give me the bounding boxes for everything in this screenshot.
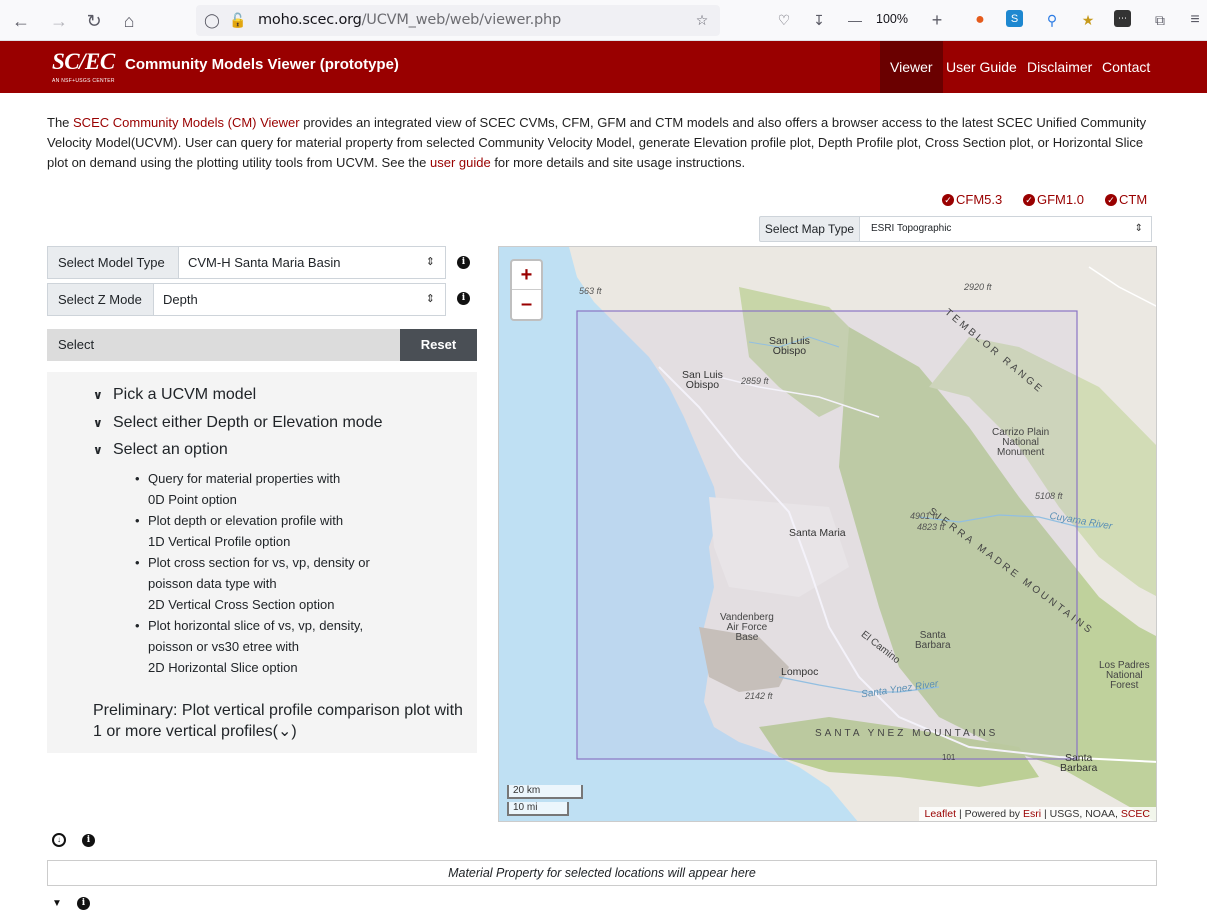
zoom-level[interactable]: 100% [876, 12, 908, 26]
map-label: SANTA YNEZ MOUNTAINS [815, 728, 999, 739]
toggle-cfm[interactable]: ✓ CFM5.3 [942, 192, 1002, 207]
nav-disclaimer[interactable]: Disclaimer [1017, 41, 1102, 93]
map-label: Carrizo Plain National Monument [992, 427, 1050, 458]
model-info-icon[interactable]: i [457, 256, 470, 269]
map-label: Lompoc [781, 666, 819, 678]
list-item: Plot cross section for vs, vp, density o… [135, 552, 435, 615]
scec-link[interactable]: SCEC [1121, 808, 1150, 820]
list-item: Query for material properties with0D Poi… [135, 468, 435, 510]
map-zoom-control: + – [510, 259, 543, 321]
select-arrows-icon: ⇕ [425, 256, 435, 268]
info-icon[interactable]: i [82, 834, 95, 847]
esri-link[interactable]: Esri [1023, 808, 1041, 820]
step-select-option: ∨ Select an option [93, 441, 228, 458]
forward-icon[interactable]: → [47, 9, 71, 33]
list-item: Plot depth or elevation profile with1D V… [135, 510, 435, 552]
map-type-select[interactable]: ESRI Topographic ⇕ [859, 216, 1152, 242]
address-bar[interactable]: ◯ 🔓 moho.scec.org/UCVM_web/web/viewer.ph… [196, 5, 720, 36]
site-title: Community Models Viewer (prototype) [125, 56, 399, 73]
menu-hamburger-icon[interactable]: ≡ [1185, 10, 1205, 30]
map-zoom-out-button[interactable]: – [512, 290, 541, 319]
map-label: San Luis Obispo [682, 369, 723, 391]
download-icon[interactable]: ↓ [52, 833, 66, 847]
map-label: 4823 ft [917, 522, 945, 532]
model-type-label: Select Model Type [47, 246, 179, 279]
bookmark-star-icon[interactable]: ☆ [692, 10, 712, 30]
nav-user-guide[interactable]: User Guide [936, 41, 1027, 93]
search-extension-icon[interactable]: ⚲ [1042, 10, 1062, 30]
options-list: Query for material properties with0D Poi… [135, 468, 435, 678]
preliminary-note: Preliminary: Plot vertical profile compa… [93, 702, 463, 740]
back-icon[interactable]: ← [9, 9, 33, 33]
map-label: San Luis Obispo [769, 335, 810, 357]
user-guide-link[interactable]: user guide [430, 155, 491, 170]
dots-extension-icon[interactable]: ⋯ [1114, 10, 1131, 27]
map-label: 4901 ft [910, 511, 938, 521]
pocket-icon[interactable]: ♡ [774, 10, 794, 30]
shield-icon[interactable]: ◯ [202, 10, 222, 30]
map-label: Santa Maria [789, 527, 846, 539]
map-label: Los Padres National Forest [1099, 660, 1150, 691]
check-circle-icon: ✓ [942, 193, 954, 206]
insecure-lock-icon[interactable]: 🔓 [228, 10, 248, 30]
duckduckgo-extension-icon[interactable]: ● [970, 10, 990, 30]
caret-down-icon[interactable]: ▼ [52, 898, 62, 909]
map-label: 5108 ft [1035, 491, 1063, 501]
map-view[interactable]: San Luis Obispo San Luis Obispo Santa Mari… [498, 246, 1157, 822]
map-label: Santa Barbara [915, 630, 951, 651]
map-label: 2859 ft [741, 376, 769, 386]
home-icon[interactable]: ⌂ [117, 9, 141, 33]
nav-viewer[interactable]: Viewer [880, 41, 943, 93]
z-mode-label: Select Z Mode [47, 283, 154, 316]
select-dropdown[interactable]: Select [47, 329, 400, 361]
map-label: 2920 ft [964, 282, 992, 292]
check-circle-icon: ✓ [1023, 193, 1035, 206]
badge-extension-icon[interactable]: ★ [1078, 10, 1098, 30]
leaflet-link[interactable]: Leaflet [925, 808, 957, 820]
check-circle-icon: ✓ [1105, 193, 1117, 206]
map-attribution: Leaflet | Powered by Esri | USGS, NOAA, … [918, 807, 1156, 821]
select-arrows-icon: ⇕ [1134, 223, 1143, 234]
intro-paragraph: The SCEC Community Models (CM) Viewer pr… [47, 115, 1147, 170]
map-label: Vandenberg Air Force Base [720, 612, 774, 643]
scec-logo[interactable]: SC/EC [52, 49, 115, 75]
map-type-label: Select Map Type [759, 216, 860, 242]
extensions-puzzle-icon[interactable]: ⧉ [1150, 10, 1170, 30]
zoom-in-icon[interactable]: + [927, 10, 947, 30]
viewer-link[interactable]: SCEC Community Models (CM) Viewer [73, 115, 300, 130]
step-select-mode: ∨ Select either Depth or Elevation mode [93, 414, 383, 431]
toggle-gfm[interactable]: ✓ GFM1.0 [1023, 192, 1084, 207]
select-arrows-icon: ⇕ [425, 293, 435, 305]
info-icon[interactable]: i [77, 897, 90, 910]
map-label: 101 [942, 753, 956, 762]
chevron-down-icon: ∨ [93, 388, 103, 402]
model-type-select[interactable]: CVM-H Santa Maria Basin ⇕ [178, 246, 446, 279]
map-label: Santa Barbara [1060, 752, 1098, 774]
logo-subtitle: AN NSF+USGS CENTER [52, 78, 115, 84]
browser-toolbar: ← → ↻ ⌂ ◯ 🔓 moho.scec.org/UCVM_web/web/v… [0, 0, 1207, 41]
chevron-down-icon: ∨ [93, 416, 103, 430]
map-zoom-in-button[interactable]: + [512, 261, 541, 290]
url-text[interactable]: moho.scec.org/UCVM_web/web/viewer.php [258, 12, 561, 28]
step-pick-model: ∨ Pick a UCVM model [93, 386, 257, 403]
s-extension-icon[interactable]: S [1006, 10, 1023, 27]
z-mode-select[interactable]: Depth ⇕ [153, 283, 446, 316]
map-label: 2142 ft [745, 691, 773, 701]
chevron-down-icon: ∨ [93, 443, 103, 457]
list-item: Plot horizontal slice of vs, vp, density… [135, 615, 435, 678]
reload-icon[interactable]: ↻ [82, 9, 106, 33]
nav-contact[interactable]: Contact [1092, 41, 1160, 93]
reset-button[interactable]: Reset [400, 329, 477, 361]
map-label: 563 ft [579, 286, 602, 296]
scale-mi: 10 mi [507, 802, 569, 816]
z-mode-info-icon[interactable]: i [457, 292, 470, 305]
scale-km: 20 km [507, 785, 583, 799]
site-header: SC/EC AN NSF+USGS CENTER Community Model… [0, 41, 1207, 93]
downloads-icon[interactable]: ↧ [809, 10, 829, 30]
zoom-out-icon[interactable]: — [845, 10, 865, 30]
material-property-box: Material Property for selected locations… [47, 860, 1157, 886]
instructions-panel: ∨ Pick a UCVM model ∨ Select either Depth … [47, 372, 477, 753]
toggle-ctm[interactable]: ✓ CTM [1105, 192, 1147, 207]
